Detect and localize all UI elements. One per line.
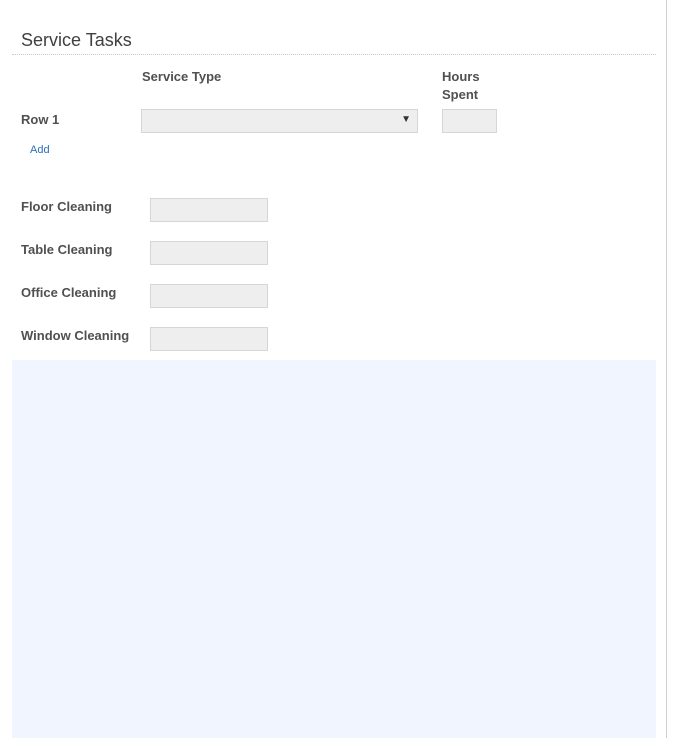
grid-row-label: Row 1 <box>21 112 60 127</box>
chevron-down-icon: ▼ <box>401 114 411 125</box>
office-cleaning-input[interactable] <box>150 284 268 308</box>
field-label-floor-cleaning: Floor Cleaning <box>21 199 112 214</box>
column-header-hours-line1: Hours <box>442 69 480 84</box>
window-cleaning-input[interactable] <box>150 327 268 351</box>
table-cleaning-input[interactable] <box>150 241 268 265</box>
section-title: Service Tasks <box>21 30 132 50</box>
title-divider <box>12 54 656 55</box>
floor-cleaning-input[interactable] <box>150 198 268 222</box>
service-type-select[interactable]: ▼ <box>141 109 418 133</box>
field-label-window-cleaning: Window Cleaning <box>21 328 130 343</box>
form-container: Service Tasks Service Type Hours Spent R… <box>0 0 667 738</box>
content-panel <box>12 360 656 738</box>
column-header-hours-spent: Hours Spent <box>442 68 480 104</box>
hours-spent-input[interactable] <box>442 109 497 133</box>
column-header-hours-line2: Spent <box>442 87 479 102</box>
field-label-office-cleaning: Office Cleaning <box>21 285 117 300</box>
column-header-service-type: Service Type <box>142 69 222 84</box>
field-label-table-cleaning: Table Cleaning <box>21 242 113 257</box>
add-row-link[interactable]: Add <box>30 144 50 156</box>
